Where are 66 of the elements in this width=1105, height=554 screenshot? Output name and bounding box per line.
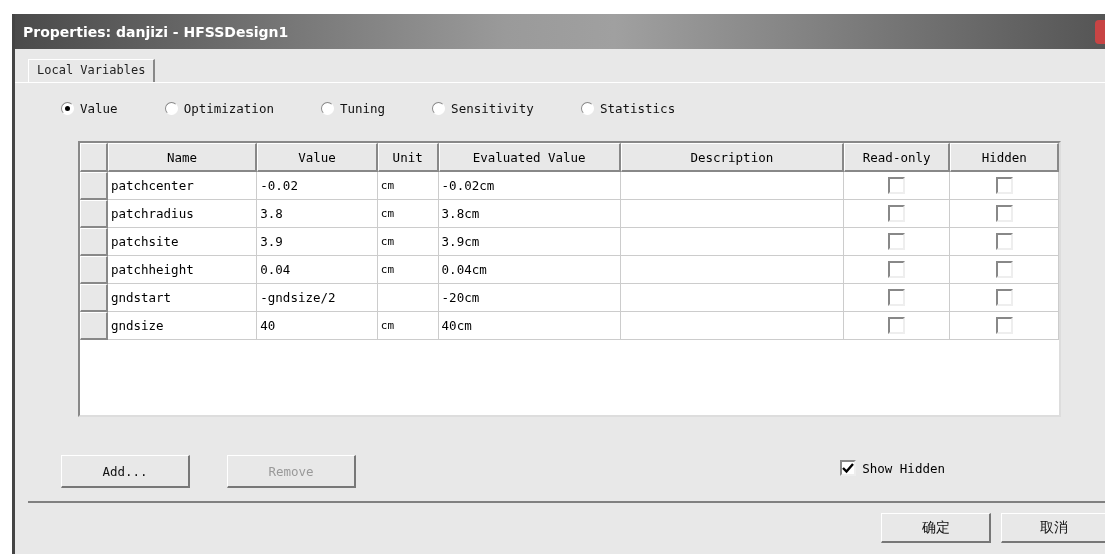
table-cell: 0.04cm: [438, 256, 621, 284]
window-title: Properties: danjizi - HFSSDesign1: [22, 23, 289, 40]
tab[interactable]: Local Variables: [28, 59, 156, 82]
table-cell: patchcenter: [107, 172, 258, 200]
column-header[interactable]: Description: [620, 143, 844, 172]
table-cell: gndstart: [107, 284, 258, 312]
table-cell: cm: [377, 312, 439, 340]
table-cell: 3.9: [257, 228, 378, 256]
table-cell: gndsize: [107, 312, 258, 340]
add-button[interactable]: Add...: [61, 455, 190, 488]
cancel-button[interactable]: 取消: [1001, 513, 1105, 543]
table-cell: cm: [377, 228, 439, 256]
radio-label[interactable]: Optimization: [183, 101, 274, 116]
radio-button[interactable]: [320, 102, 334, 115]
radio-button[interactable]: [432, 102, 446, 115]
row-header[interactable]: [80, 172, 108, 200]
table-cell: -gndsize/2: [257, 284, 378, 312]
table-cell: -0.02: [257, 172, 378, 200]
table-cell: 3.8cm: [438, 200, 621, 228]
checkbox[interactable]: [888, 177, 906, 194]
radio-label[interactable]: Tuning: [339, 101, 386, 116]
column-header[interactable]: Name: [107, 143, 258, 172]
table-cell: 40cm: [438, 312, 621, 340]
column-header[interactable]: Value: [257, 143, 378, 172]
checkbox[interactable]: [888, 233, 906, 250]
column-header[interactable]: Read-only: [843, 143, 951, 172]
column-header[interactable]: Unit: [377, 143, 439, 172]
row-header[interactable]: [80, 200, 108, 228]
radio-label[interactable]: Sensitivity: [451, 101, 534, 116]
radio-button[interactable]: [61, 102, 74, 115]
table-cell: -20cm: [438, 284, 621, 312]
table-cell: patchsite: [107, 228, 258, 256]
row-header[interactable]: [80, 256, 108, 284]
checkbox[interactable]: [995, 261, 1013, 278]
checkbox[interactable]: [995, 177, 1013, 194]
radio-button[interactable]: [580, 102, 594, 115]
table-cell: -0.02cm: [438, 172, 621, 200]
table-cell: cm: [377, 172, 439, 200]
radio-button[interactable]: [164, 102, 178, 115]
table-cell: cm: [377, 256, 439, 284]
table-cell: 0.04: [257, 256, 378, 284]
table-cell: [377, 284, 439, 312]
table-cell: 3.9cm: [438, 228, 621, 256]
checkbox-label[interactable]: Show Hidden: [862, 460, 945, 476]
column-header[interactable]: Evaluated Value: [438, 143, 621, 172]
checkbox[interactable]: [995, 205, 1013, 222]
row-header[interactable]: [80, 228, 108, 256]
checkbox[interactable]: [995, 233, 1013, 250]
radio-label[interactable]: Statistics: [599, 101, 676, 116]
checkbox[interactable]: [840, 460, 857, 476]
checkbox[interactable]: [995, 289, 1013, 306]
ok-button[interactable]: 确定: [881, 513, 991, 543]
column-header[interactable]: Hidden: [950, 143, 1059, 172]
table-cell: patchheight: [107, 256, 258, 284]
row-header[interactable]: [80, 284, 108, 312]
table-cell: 40: [257, 312, 378, 340]
checkbox[interactable]: [888, 205, 906, 222]
radio-label[interactable]: Value: [80, 101, 118, 116]
row-header[interactable]: [80, 312, 108, 340]
table-cell: 3.8: [257, 200, 378, 228]
checkbox[interactable]: [888, 289, 906, 306]
table-cell: cm: [377, 200, 439, 228]
table-cell: patchradius: [107, 200, 258, 228]
checkbox[interactable]: [888, 317, 906, 334]
checkbox[interactable]: [888, 261, 906, 278]
checkbox[interactable]: [995, 317, 1013, 334]
